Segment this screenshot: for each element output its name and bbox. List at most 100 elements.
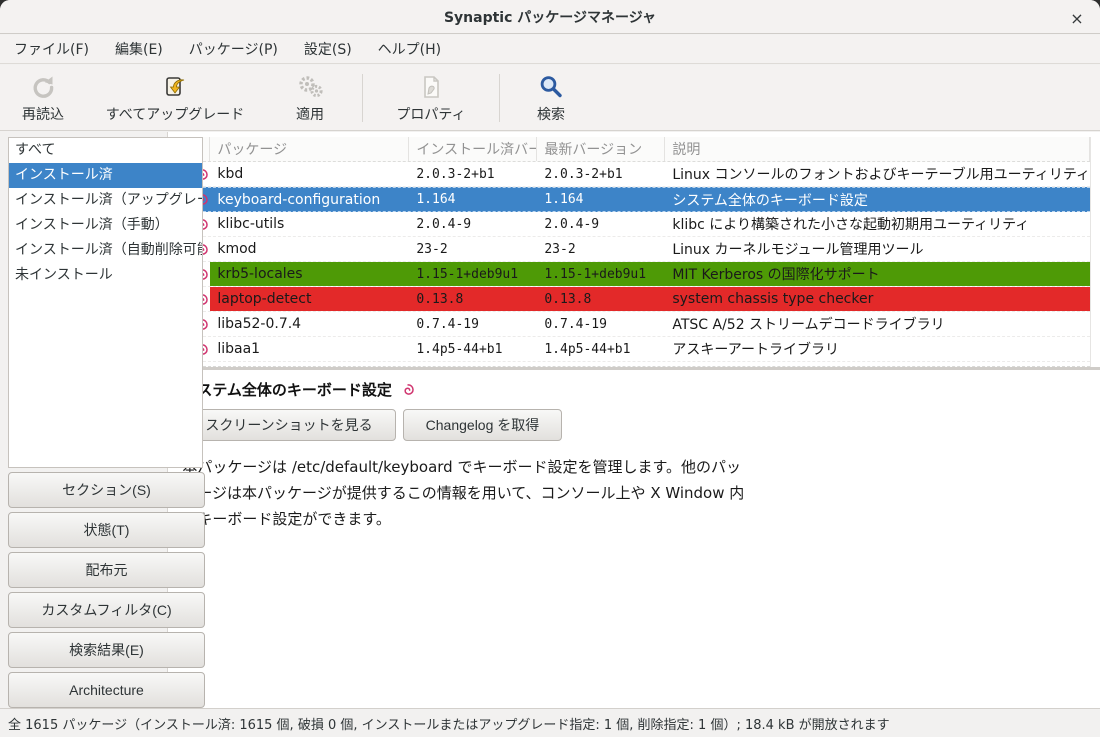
latest-version-cell: 0.7.4-19 (537, 312, 665, 336)
table-body: kbd2.0.3-2+b12.0.3-2+b1Linux コンソールのフォントお… (168, 162, 1090, 362)
table-header[interactable]: Sパッケージインストール済バージョン最新バージョン説明 (168, 137, 1090, 162)
properties-icon (417, 71, 445, 101)
vertical-scrollbar[interactable] (1090, 137, 1100, 367)
toolbar-button-apply-gears: 適用 (264, 68, 356, 128)
description-cell: Linux コンソールのフォントおよびキーテーブル用ユーティリティ (665, 162, 1090, 186)
installed-version-cell: 1.164 (409, 188, 537, 211)
column-header[interactable]: 説明 (665, 137, 1090, 161)
filter-item[interactable]: インストール済 (9, 163, 202, 188)
filter-item[interactable]: 未インストール (9, 263, 202, 288)
package-panel: Sパッケージインストール済バージョン最新バージョン説明 kbd2.0.3-2+b… (167, 132, 1100, 708)
menu-item-s[interactable]: 設定(S) (291, 35, 365, 63)
package-table-zone: Sパッケージインストール済バージョン最新バージョン説明 kbd2.0.3-2+b… (168, 137, 1100, 367)
package-name-cell: keyboard-configuration (210, 188, 409, 211)
close-icon[interactable]: × (1066, 7, 1088, 29)
description-cell: アスキーアートライブラリ (665, 337, 1090, 361)
package-name-cell: libaa1 (210, 337, 409, 361)
synaptic-window: Synaptic パッケージマネージャ × ファイル(F)編集(E)パッケージ(… (0, 0, 1100, 737)
reload-icon (29, 71, 57, 101)
latest-version-cell: 0.13.8 (537, 287, 665, 311)
installed-version-cell: 1.15-1+deb9u1 (409, 262, 537, 286)
toolbar-button-search[interactable]: 検索 (506, 68, 596, 128)
toolbar-button-label: 検索 (537, 104, 565, 124)
description-cell: system chassis type checker (665, 287, 1090, 311)
category-button[interactable]: Architecture (8, 672, 205, 708)
toolbar-button-label: プロパティ (396, 104, 465, 124)
description-line: のキーボード設定ができます。 (182, 506, 1086, 532)
window-title: Synaptic パッケージマネージャ (444, 7, 656, 27)
latest-version-cell: 1.4p5-44+b1 (537, 337, 665, 361)
installed-version-cell: 1.4p5-44+b1 (409, 337, 537, 361)
filter-item[interactable]: インストール済（手動） (9, 213, 202, 238)
description-line: ケージは本パッケージが提供するこの情報を用いて、コンソール上や X Window… (182, 480, 1086, 506)
package-name-cell: laptop-detect (210, 287, 409, 311)
menu-item-e[interactable]: 編集(E) (102, 35, 176, 63)
menu-bar: ファイル(F)編集(E)パッケージ(P)設定(S)ヘルプ(H) (0, 35, 1100, 64)
column-header[interactable]: 最新バージョン (537, 137, 665, 161)
description-cell: ATSC A/52 ストリームデコードライブラリ (665, 312, 1090, 336)
toolbar-button-label: すべてアップグレード (106, 104, 244, 124)
category-button[interactable]: 状態(T) (8, 512, 205, 548)
filter-item[interactable]: インストール済（アップグレード可） (9, 188, 202, 213)
view-screenshot-button[interactable]: スクリーンショットを見る (182, 409, 395, 441)
package-name-cell: liba52-0.7.4 (210, 312, 409, 336)
description-cell: システム全体のキーボード設定 (665, 188, 1090, 211)
latest-version-cell: 2.0.4-9 (537, 212, 665, 236)
package-row[interactable]: keyboard-configuration1.1641.164システム全体のキ… (168, 187, 1090, 212)
package-name-cell: klibc-utils (210, 212, 409, 236)
installed-version-cell: 2.0.3-2+b1 (409, 162, 537, 186)
filter-item[interactable]: インストール済（自動削除可能） (9, 238, 202, 263)
toolbar-separator (499, 74, 500, 122)
latest-version-cell: 2.0.3-2+b1 (537, 162, 665, 186)
installed-version-cell: 0.13.8 (409, 287, 537, 311)
package-summary: システム全体のキーボード設定 (182, 379, 392, 400)
details-pane: システム全体のキーボード設定 スクリーンショットを見るChangelog を取得… (168, 370, 1100, 708)
filter-list[interactable]: すべてインストール済インストール済（アップグレード可）インストール済（手動）イン… (8, 137, 203, 468)
category-button[interactable]: 検索結果(E) (8, 632, 205, 668)
description-cell: MIT Kerberos の国際化サポート (665, 262, 1090, 286)
package-row[interactable]: kmod23-223-2Linux カーネルモジュール管理用ツール (168, 237, 1090, 262)
latest-version-cell: 23-2 (537, 237, 665, 261)
toolbar-button-label: 再読込 (22, 104, 64, 124)
category-button[interactable]: カスタムフィルタ(C) (8, 592, 205, 628)
toolbar-separator (362, 74, 363, 122)
column-header[interactable]: インストール済バージョン (409, 137, 537, 161)
main-area: すべてインストール済インストール済（アップグレード可）インストール済（手動）イン… (0, 132, 1100, 708)
description-cell: Linux カーネルモジュール管理用ツール (665, 237, 1090, 261)
package-row[interactable]: kbd2.0.3-2+b12.0.3-2+b1Linux コンソールのフォントお… (168, 162, 1090, 187)
titlebar[interactable]: Synaptic パッケージマネージャ × (0, 0, 1100, 34)
status-bar: 全 1615 パッケージ（インストール済: 1615 個, 破損 0 個, イン… (0, 708, 1100, 737)
package-row[interactable]: klibc-utils2.0.4-92.0.4-9klibc により構築された小… (168, 212, 1090, 237)
latest-version-cell: 1.164 (537, 188, 665, 211)
menu-item-h[interactable]: ヘルプ(H) (365, 35, 454, 63)
package-name-cell: kbd (210, 162, 409, 186)
category-button[interactable]: 配布元 (8, 552, 205, 588)
apply-gears-icon (296, 71, 324, 101)
package-name-cell: kmod (210, 237, 409, 261)
description-line: 本パッケージは /etc/default/keyboard でキーボード設定を管… (182, 454, 1086, 480)
package-row[interactable]: laptop-detect0.13.80.13.8system chassis … (168, 287, 1090, 312)
installed-version-cell: 0.7.4-19 (409, 312, 537, 336)
menu-item-p[interactable]: パッケージ(P) (176, 35, 291, 63)
toolbar: 再読込 すべてアップグレード 適用 プロパティ 検索 (0, 65, 1100, 131)
package-row[interactable]: krb5-locales1.15-1+deb9u11.15-1+deb9u1MI… (168, 262, 1090, 287)
debian-swirl-icon (400, 382, 415, 397)
toolbar-button-reload: 再読込 (0, 68, 86, 128)
get-changelog-button[interactable]: Changelog を取得 (403, 409, 563, 441)
toolbar-button-upgrade-all[interactable]: すべてアップグレード (86, 68, 264, 128)
filter-sidebar: すべてインストール済インストール済（アップグレード可）インストール済（手動）イン… (0, 132, 167, 708)
status-text: 全 1615 パッケージ（インストール済: 1615 個, 破損 0 個, イン… (8, 714, 890, 733)
installed-version-cell: 23-2 (409, 237, 537, 261)
installed-version-cell: 2.0.4-9 (409, 212, 537, 236)
package-description: 本パッケージは /etc/default/keyboard でキーボード設定を管… (182, 454, 1086, 532)
description-cell: klibc により構築された小さな起動初期用ユーティリティ (665, 212, 1090, 236)
toolbar-button-properties: プロパティ (369, 68, 493, 128)
search-icon (537, 71, 565, 101)
category-button[interactable]: セクション(S) (8, 472, 205, 508)
package-row[interactable]: libaa11.4p5-44+b11.4p5-44+b1アスキーアートライブラリ (168, 337, 1090, 362)
toolbar-button-label: 適用 (296, 104, 324, 124)
menu-item-f[interactable]: ファイル(F) (1, 35, 102, 63)
filter-item[interactable]: すべて (9, 138, 202, 163)
package-row[interactable]: liba52-0.7.40.7.4-190.7.4-19ATSC A/52 スト… (168, 312, 1090, 337)
column-header[interactable]: パッケージ (210, 137, 409, 161)
